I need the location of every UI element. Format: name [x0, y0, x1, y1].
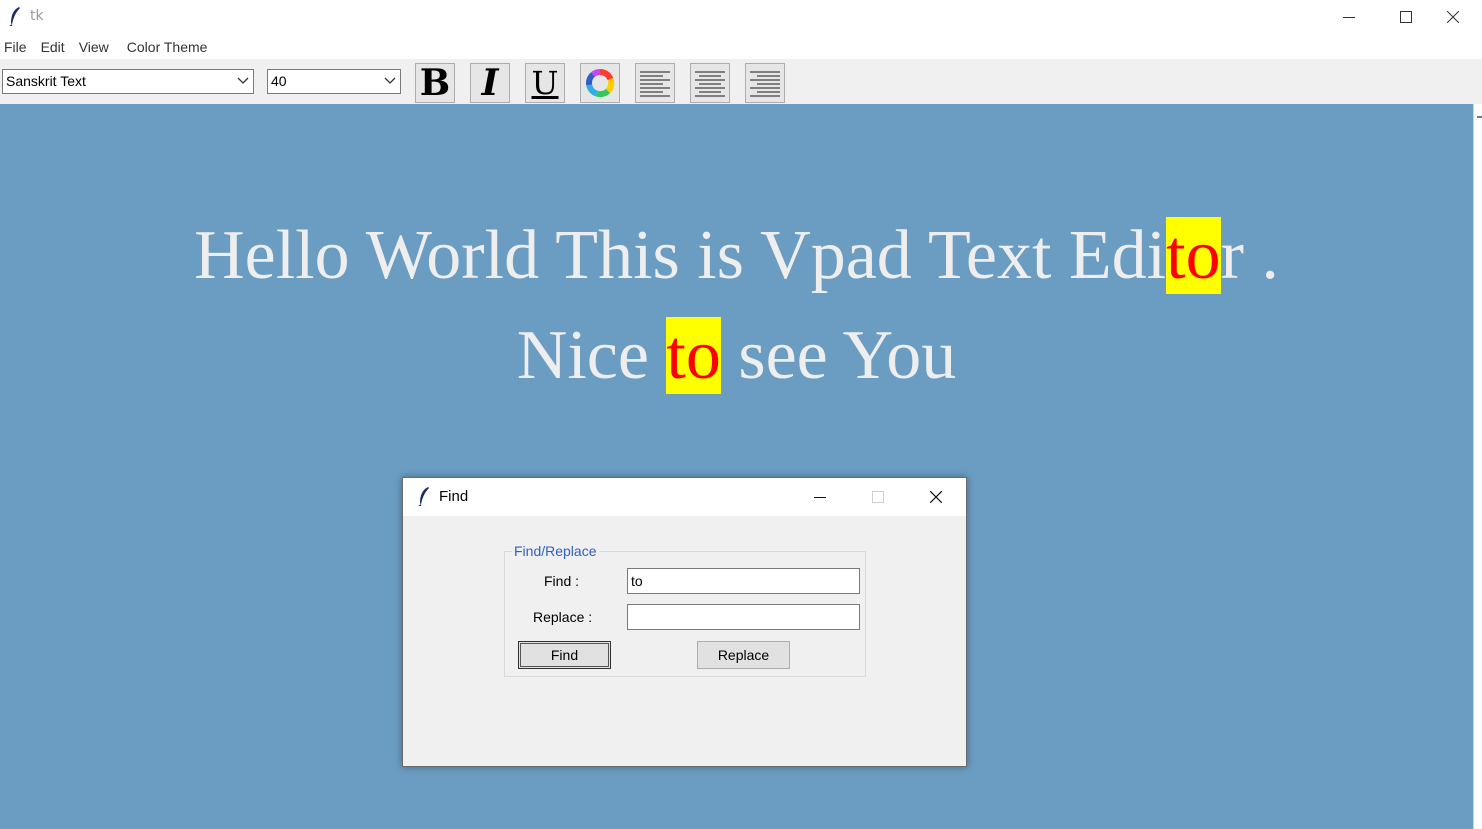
close-icon — [930, 491, 942, 503]
font-family-value: Sanskrit Text — [6, 73, 86, 89]
align-left-icon — [640, 71, 670, 97]
font-family-select[interactable]: Sanskrit Text — [2, 69, 254, 94]
line-1-text-after: r . — [1220, 217, 1279, 294]
bold-icon: B — [419, 62, 451, 104]
font-color-button[interactable] — [580, 63, 620, 103]
menu-view[interactable]: View — [75, 39, 113, 55]
window-titlebar[interactable]: tk — [0, 0, 1482, 34]
find-replace-group: Find/Replace Find : Replace : Find Repla… — [504, 543, 866, 677]
align-center-button[interactable] — [690, 63, 730, 103]
search-match-highlight: to — [666, 317, 721, 394]
search-match-highlight: to — [1166, 217, 1221, 294]
menubar: File Edit View Color Theme — [0, 34, 1482, 59]
align-left-button[interactable] — [635, 63, 675, 103]
maximize-icon — [872, 491, 884, 503]
font-size-value: 40 — [271, 73, 287, 89]
replace-input[interactable] — [627, 604, 860, 630]
replace-label: Replace : — [533, 609, 593, 625]
color-wheel-icon — [586, 68, 615, 98]
close-button[interactable] — [1424, 0, 1482, 34]
minimize-button[interactable] — [1320, 0, 1378, 34]
chevron-down-icon — [384, 77, 396, 84]
bold-button[interactable]: B — [415, 63, 455, 103]
dialog-minimize-button[interactable] — [791, 478, 849, 516]
editor-line-2: Nice to see You — [0, 306, 1473, 406]
find-button[interactable]: Find — [518, 641, 611, 669]
align-center-icon — [695, 71, 725, 97]
align-right-icon — [750, 71, 780, 97]
close-icon — [1447, 11, 1459, 23]
dialog-close-button[interactable] — [907, 478, 965, 516]
find-label: Find : — [544, 573, 580, 589]
underline-icon: U — [531, 64, 559, 102]
window-title: tk — [30, 8, 44, 24]
italic-icon: I — [481, 62, 499, 104]
find-replace-group-label: Find/Replace — [512, 543, 599, 559]
find-dialog-title: Find — [439, 488, 469, 505]
maximize-icon — [1400, 11, 1412, 23]
tk-feather-icon — [418, 487, 429, 506]
menu-edit[interactable]: Edit — [37, 39, 69, 55]
line-1-text-before: Hello World This is Vpad Text Edi — [194, 217, 1167, 294]
find-dialog: Find Find/Replace Find : Replace : Find … — [402, 477, 967, 767]
editor-scrollbar[interactable] — [1473, 104, 1482, 829]
align-right-button[interactable] — [745, 63, 785, 103]
scrollbar-arrow-icon[interactable] — [1477, 116, 1482, 118]
replace-button[interactable]: Replace — [697, 641, 790, 669]
underline-button[interactable]: U — [525, 63, 565, 103]
toolbar: Sanskrit Text 40 B I U — [0, 59, 1482, 104]
find-dialog-titlebar[interactable]: Find — [403, 478, 966, 516]
line-2-text-after: see You — [720, 317, 957, 394]
menu-file[interactable]: File — [0, 39, 31, 55]
dialog-maximize-button[interactable] — [849, 478, 907, 516]
tk-feather-icon — [9, 7, 20, 26]
line-2-text-before: Nice — [516, 317, 667, 394]
chevron-down-icon — [237, 77, 249, 84]
editor-line-1: Hello World This is Vpad Text Editor . — [0, 206, 1473, 306]
menu-color-theme[interactable]: Color Theme — [123, 39, 212, 55]
minimize-icon — [1343, 17, 1355, 18]
font-size-select[interactable]: 40 — [267, 69, 401, 94]
find-input[interactable] — [627, 568, 860, 594]
minimize-icon — [814, 497, 826, 498]
italic-button[interactable]: I — [470, 63, 510, 103]
